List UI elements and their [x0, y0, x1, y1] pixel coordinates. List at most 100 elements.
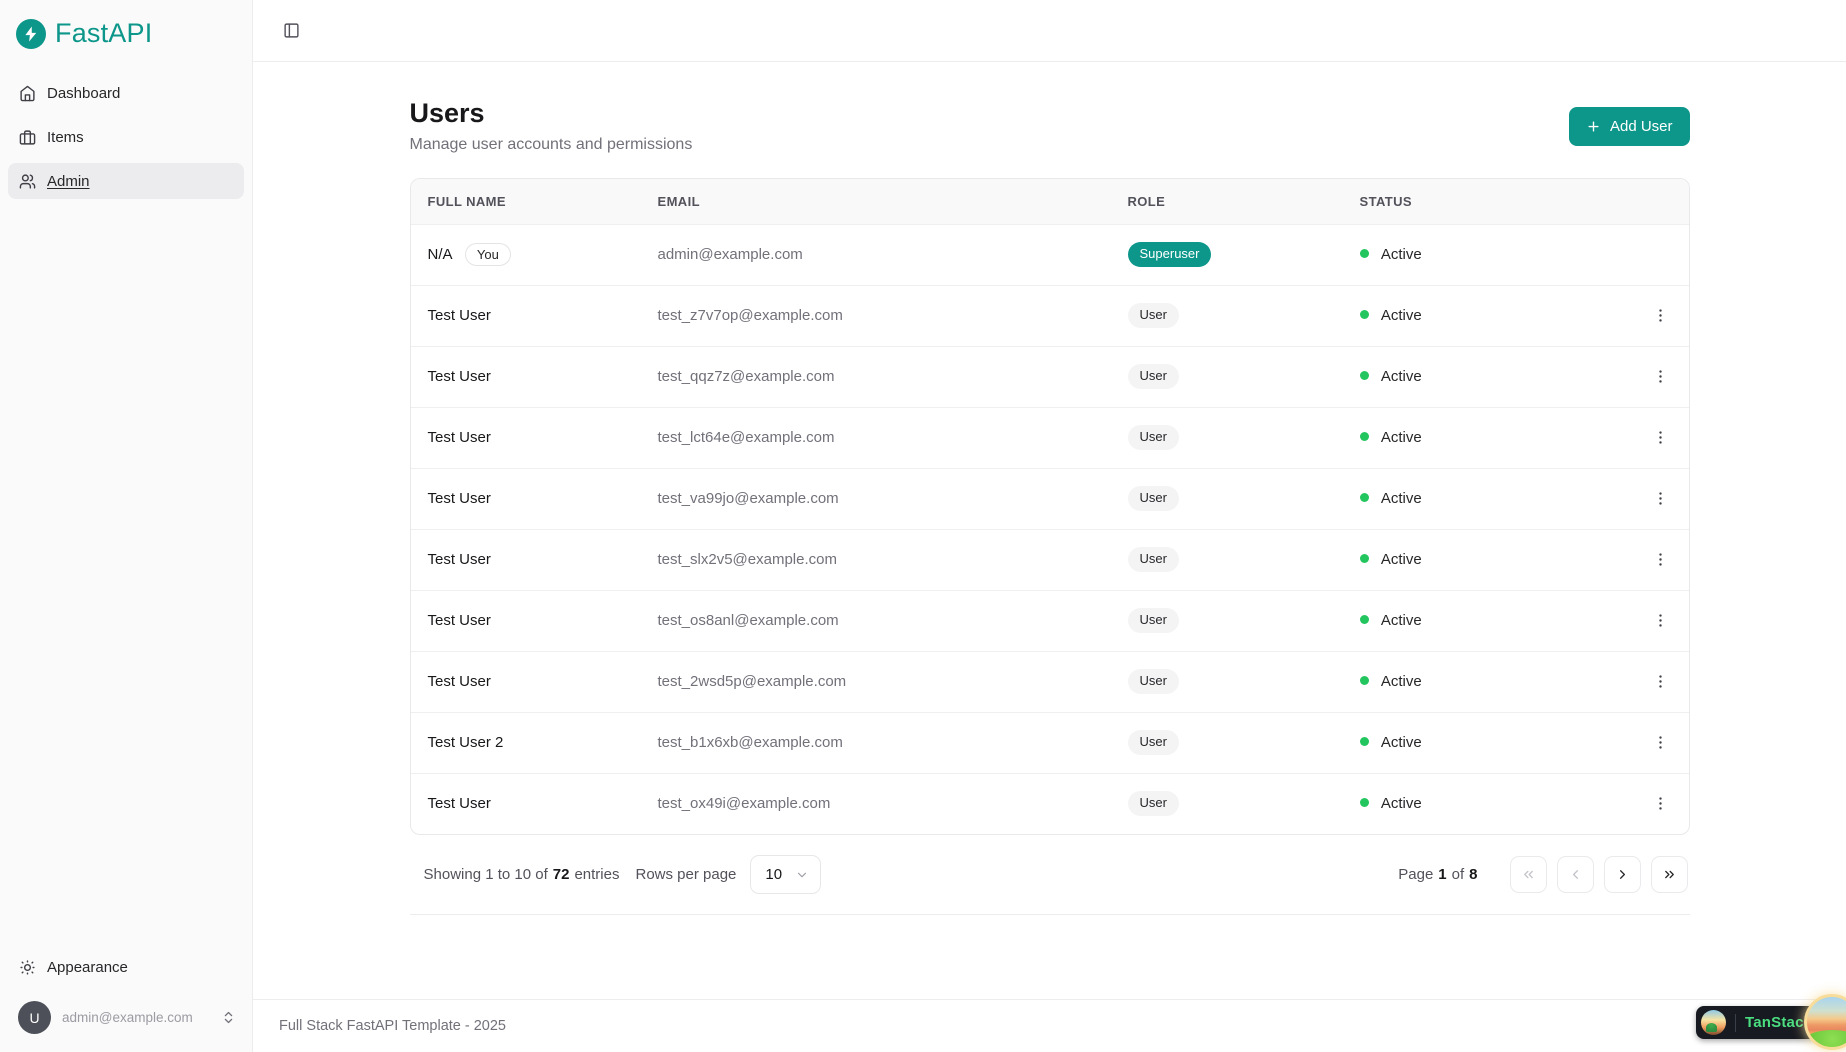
showing-prefix: Showing 1 to 10 of [424, 866, 548, 883]
user-full-name: Test User [428, 307, 491, 324]
status-dot [1360, 432, 1369, 441]
user-full-name: Test User [428, 368, 491, 385]
sidebar-item-dashboard[interactable]: Dashboard [8, 75, 244, 111]
user-email: test_qqz7z@example.com [658, 368, 835, 385]
bolt-icon [16, 19, 46, 49]
user-full-name: Test User [428, 490, 491, 507]
user-email: test_va99jo@example.com [658, 490, 839, 507]
you-badge: You [465, 243, 511, 266]
ellipsis-vertical-icon [1652, 551, 1669, 568]
row-menu-button[interactable] [1646, 789, 1675, 818]
of-word: of [1452, 866, 1465, 883]
row-menu-button[interactable] [1646, 362, 1675, 391]
sidebar-item-label: Dashboard [47, 85, 120, 102]
status-dot [1360, 615, 1369, 624]
sidebar-toggle-button[interactable] [279, 18, 304, 43]
rows-per-page: Rows per page 10 [635, 855, 821, 894]
first-page-button[interactable] [1510, 856, 1547, 893]
rows-per-page-select[interactable]: 10 [750, 855, 821, 894]
row-menu-button[interactable] [1646, 728, 1675, 757]
footer: Full Stack FastAPI Template - 2025 [253, 999, 1846, 1052]
table-row: Test User 2 test_b1x6xb@example.com User… [411, 712, 1689, 773]
users-table: FULL NAME EMAIL ROLE STATUS N/A You admi… [411, 179, 1689, 834]
status-label: Active [1381, 246, 1422, 263]
users-table-body: N/A You admin@example.com Superuser Acti… [411, 224, 1689, 834]
status-label: Active [1381, 368, 1422, 385]
last-page-button[interactable] [1651, 856, 1688, 893]
row-menu-button[interactable] [1646, 484, 1675, 513]
table-row: Test User test_os8anl@example.com User A… [411, 590, 1689, 651]
table-row: N/A You admin@example.com Superuser Acti… [411, 224, 1689, 285]
role-badge: User [1128, 547, 1179, 572]
sidebar-item-items[interactable]: Items [8, 119, 244, 155]
table-row: Test User test_va99jo@example.com User A… [411, 468, 1689, 529]
brand-name: FastAPI [55, 18, 152, 49]
status-label: Active [1381, 673, 1422, 690]
chevrons-right-icon [1662, 867, 1677, 882]
ellipsis-vertical-icon [1652, 734, 1669, 751]
row-menu-button[interactable] [1646, 545, 1675, 574]
total-entries: 72 [553, 866, 570, 883]
user-email: test_z7v7op@example.com [658, 307, 843, 324]
ellipsis-vertical-icon [1652, 307, 1669, 324]
sidebar-item-label: Items [47, 129, 84, 146]
tanstack-devtools-badge[interactable]: TanStack [1696, 990, 1846, 1044]
previous-page-button[interactable] [1557, 856, 1594, 893]
appearance-button[interactable]: Appearance [8, 949, 244, 985]
row-menu-button[interactable] [1646, 423, 1675, 452]
brand-logo: FastAPI [8, 14, 244, 75]
plus-icon [1586, 119, 1601, 134]
topbar [253, 0, 1846, 62]
user-full-name: Test User [428, 612, 491, 629]
status-dot [1360, 676, 1369, 685]
pager: Page 1 of 8 [1398, 856, 1689, 893]
footer-text: Full Stack FastAPI Template - 2025 [279, 1018, 506, 1034]
role-badge: User [1128, 486, 1179, 511]
users-page: Users Manage user accounts and permissio… [410, 62, 1690, 915]
tanstack-island-logo-icon[interactable] [1804, 994, 1846, 1050]
sidebar-item-label: Admin [47, 173, 90, 190]
column-header-status: STATUS [1343, 179, 1593, 224]
role-badge: User [1128, 669, 1179, 694]
sun-icon [19, 959, 36, 976]
row-menu-button[interactable] [1646, 301, 1675, 330]
page-word: Page [1398, 866, 1433, 883]
role-badge: User [1128, 364, 1179, 389]
sidebar-bottom: Appearance U admin@example.com [8, 949, 244, 1040]
status-label: Active [1381, 307, 1422, 324]
row-menu-button[interactable] [1646, 606, 1675, 635]
user-full-name: Test User [428, 673, 491, 690]
user-menu-button[interactable]: U admin@example.com [8, 995, 244, 1040]
showing-summary: Showing 1 to 10 of 72 entries [410, 866, 620, 883]
chevron-down-icon [795, 868, 809, 882]
ellipsis-vertical-icon [1652, 673, 1669, 690]
add-user-button[interactable]: Add User [1569, 107, 1690, 146]
user-email: test_2wsd5p@example.com [658, 673, 847, 690]
chevron-right-icon [1615, 867, 1630, 882]
pagination-bar: Showing 1 to 10 of 72 entries Rows per p… [410, 835, 1690, 915]
ellipsis-vertical-icon [1652, 490, 1669, 507]
page-header: Users Manage user accounts and permissio… [410, 98, 1690, 154]
add-user-label: Add User [1610, 118, 1673, 135]
user-full-name: N/A [428, 246, 452, 263]
current-page: 1 [1438, 866, 1446, 883]
ellipsis-vertical-icon [1652, 612, 1669, 629]
table-row: Test User test_slx2v5@example.com User A… [411, 529, 1689, 590]
column-header-actions [1593, 179, 1689, 224]
status-label: Active [1381, 734, 1422, 751]
role-badge: User [1128, 303, 1179, 328]
column-header-role: ROLE [1111, 179, 1343, 224]
role-badge: User [1128, 730, 1179, 755]
column-header-email: EMAIL [641, 179, 1111, 224]
sidebar-nav: Dashboard Items Admin [8, 75, 244, 199]
users-table-card: FULL NAME EMAIL ROLE STATUS N/A You admi… [410, 178, 1690, 835]
panel-left-icon [283, 22, 300, 39]
row-menu-button[interactable] [1646, 667, 1675, 696]
page-subtitle: Manage user accounts and permissions [410, 136, 693, 154]
next-page-button[interactable] [1604, 856, 1641, 893]
user-full-name: Test User [428, 551, 491, 568]
sidebar-item-admin[interactable]: Admin [8, 163, 244, 199]
chevrons-up-down-icon [221, 1010, 236, 1025]
page-title: Users [410, 98, 693, 129]
rows-per-page-value: 10 [765, 866, 782, 883]
